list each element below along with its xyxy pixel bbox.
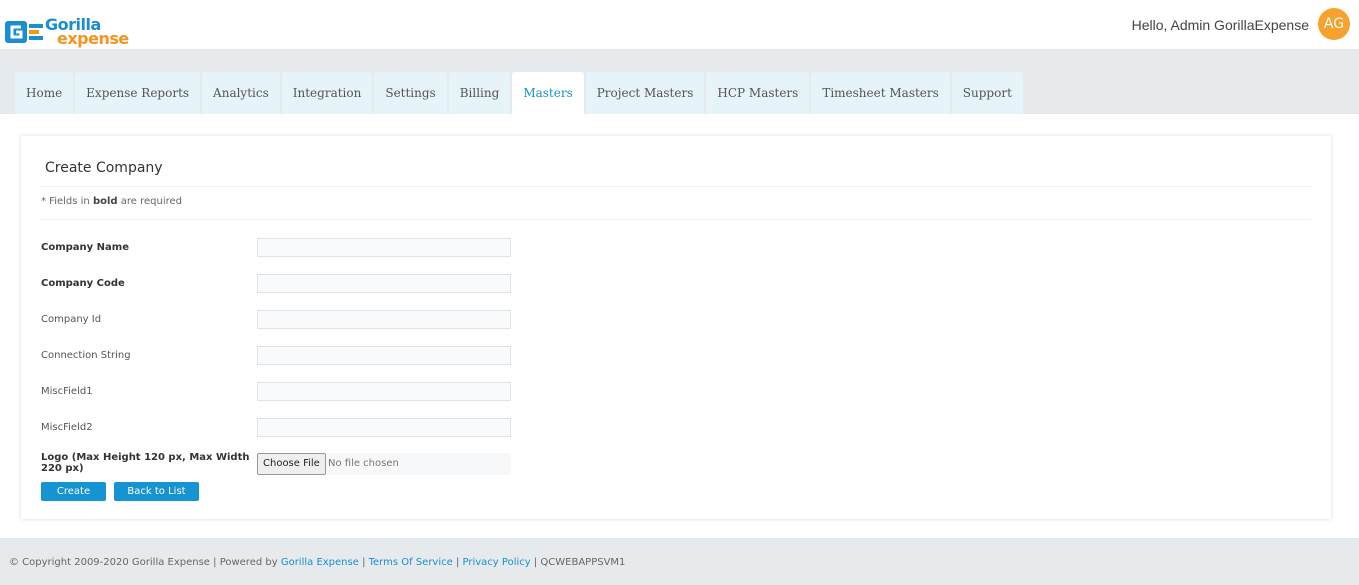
divider bbox=[39, 219, 1311, 220]
miscfield1-input[interactable] bbox=[257, 382, 511, 401]
tab-support[interactable]: Support bbox=[951, 72, 1023, 114]
logo-label: Logo (Max Height 120 px, Max Width 220 p… bbox=[41, 452, 250, 474]
server-name: QCWEBAPPSVM1 bbox=[540, 557, 626, 568]
divider bbox=[39, 186, 1311, 187]
create-button[interactable]: Create bbox=[41, 482, 106, 501]
nav-tabs: Home Expense Reports Analytics Integrati… bbox=[15, 72, 1023, 114]
user-greeting: Hello, Admin GorillaExpense bbox=[1131, 17, 1309, 33]
company-id-input[interactable] bbox=[257, 310, 511, 329]
tab-hcp-masters[interactable]: HCP Masters bbox=[706, 72, 810, 114]
company-name-input[interactable] bbox=[257, 238, 511, 257]
file-status-text: No file chosen bbox=[328, 458, 399, 469]
page-footer: © Copyright 2009-2020 Gorilla Expense | … bbox=[0, 538, 1359, 585]
connection-string-input[interactable] bbox=[257, 346, 511, 365]
tab-integration[interactable]: Integration bbox=[281, 72, 373, 114]
terms-link[interactable]: Terms Of Service bbox=[369, 557, 453, 568]
tab-analytics[interactable]: Analytics bbox=[202, 72, 280, 114]
user-avatar[interactable]: AG bbox=[1318, 8, 1350, 40]
tab-timesheet-masters[interactable]: Timesheet Masters bbox=[811, 72, 950, 114]
tab-project-masters[interactable]: Project Masters bbox=[585, 72, 705, 114]
privacy-link[interactable]: Privacy Policy bbox=[463, 557, 531, 568]
miscfield2-input[interactable] bbox=[257, 418, 511, 437]
tab-settings[interactable]: Settings bbox=[374, 72, 447, 114]
note-bold: bold bbox=[92, 196, 118, 207]
logo-file-input[interactable]: Choose File No file chosen bbox=[257, 453, 511, 475]
required-fields-note: * Fields in bold are required bbox=[41, 196, 182, 207]
top-header: Gorilla expense Hello, Admin GorillaExpe… bbox=[0, 0, 1359, 50]
footer-separator: | bbox=[530, 557, 541, 568]
note-suffix: are required bbox=[117, 196, 183, 207]
miscfield1-label: MiscField1 bbox=[41, 386, 93, 397]
page-title: Create Company bbox=[45, 160, 163, 176]
logo-mark-icon bbox=[5, 21, 43, 43]
tab-home[interactable]: Home bbox=[15, 72, 74, 114]
company-name-label: Company Name bbox=[41, 242, 129, 253]
company-id-label: Company Id bbox=[41, 314, 102, 325]
copyright-text: Copyright 2009-2020 Gorilla Expense | Po… bbox=[19, 557, 281, 568]
logo-word-expense: expense bbox=[57, 29, 129, 48]
connection-string-label: Connection String bbox=[41, 350, 131, 361]
company-code-label: Company Code bbox=[41, 278, 125, 289]
footer-separator: | bbox=[358, 557, 369, 568]
powered-by-link[interactable]: Gorilla Expense bbox=[281, 557, 359, 568]
back-to-list-button[interactable]: Back to List bbox=[114, 482, 199, 501]
tab-billing[interactable]: Billing bbox=[448, 72, 511, 114]
footer-text: © Copyright 2009-2020 Gorilla Expense | … bbox=[9, 557, 625, 568]
miscfield2-label: MiscField2 bbox=[41, 422, 93, 433]
tab-masters[interactable]: Masters bbox=[512, 72, 584, 114]
gorilla-expense-logo[interactable]: Gorilla expense bbox=[5, 15, 135, 48]
main-nav: Home Expense Reports Analytics Integrati… bbox=[0, 50, 1359, 114]
tab-expense-reports[interactable]: Expense Reports bbox=[75, 72, 201, 114]
company-code-input[interactable] bbox=[257, 274, 511, 293]
choose-file-button[interactable]: Choose File bbox=[257, 453, 326, 475]
note-prefix: * Fields in bbox=[41, 196, 93, 207]
create-company-card: Create Company * Fields in bold are requ… bbox=[21, 136, 1331, 519]
footer-separator: | bbox=[452, 557, 463, 568]
copyright-icon: © bbox=[9, 557, 19, 568]
